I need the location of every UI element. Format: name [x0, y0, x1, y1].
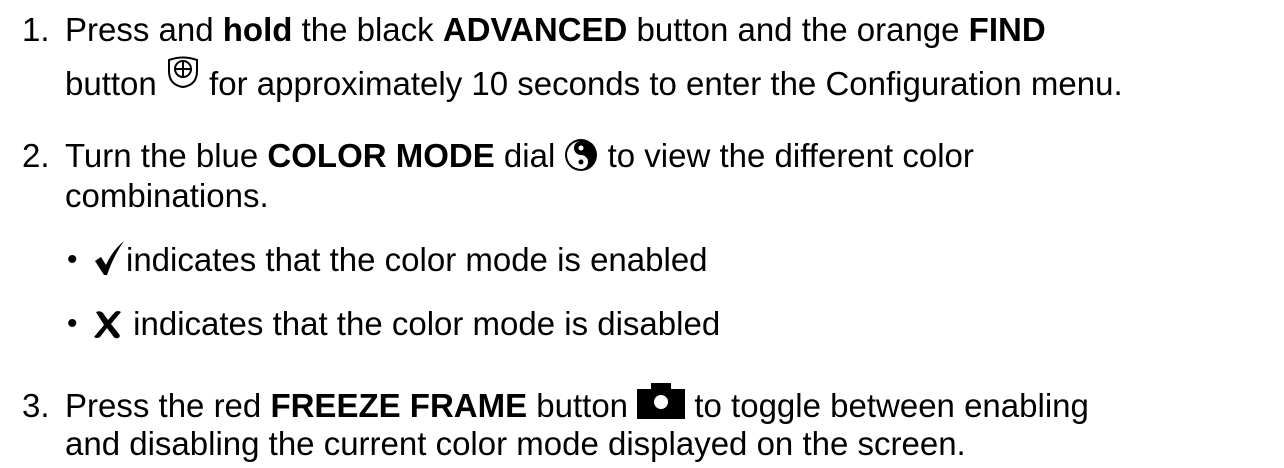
step-1-bold-advanced: ADVANCED [442, 11, 628, 48]
step-1-text: the black [292, 11, 443, 48]
document-page: { "colors": { "text": "#000000", "backgr… [0, 0, 1284, 468]
step-3-text: to toggle between enabling [685, 387, 1089, 424]
camera-icon [637, 383, 686, 420]
step-2-number: 2. [22, 137, 50, 174]
checkmark-icon [92, 239, 126, 277]
bullet-disabled: indicates that the color mode is disable… [92, 305, 720, 343]
step-3-line-2: and disabling the current color mode dis… [65, 425, 966, 462]
bullet-disabled-text: indicates that the color mode is disable… [124, 305, 721, 342]
step-3-text: Press the red [65, 387, 271, 424]
step-1-line-2: button for approximately 10 seconds to e… [65, 56, 1123, 103]
step-1-bold-hold: hold [222, 11, 293, 48]
step-3-number: 3. [22, 387, 50, 424]
step-2-bold-color-mode: COLOR MODE [267, 137, 495, 174]
color-mode-dial-icon [564, 138, 598, 172]
find-button-icon [166, 55, 200, 89]
step-1-number: 1. [22, 11, 50, 48]
step-2-line-1: Turn the blue COLOR MODE dial to view th… [65, 137, 974, 175]
step-2-text: to view the different color [598, 137, 974, 174]
bullet-enabled: indicates that the color mode is enabled [92, 241, 708, 281]
step-3-line-1: Press the red FREEZE FRAME button to tog… [65, 383, 1089, 426]
step-2-line-2: combinations. [65, 177, 269, 214]
step-1-text: button and the orange [627, 11, 969, 48]
step-2-text: Turn the blue [65, 137, 268, 174]
step-1-line-1: Press and hold the black ADVANCED button… [65, 11, 1046, 49]
step-1-bold-find: FIND [968, 11, 1046, 48]
bullet-mark: • [67, 243, 78, 276]
bullet-mark: • [67, 307, 78, 340]
step-2-text: dial [494, 137, 565, 174]
step-3-text: button [527, 387, 638, 424]
step-1-text: button [65, 65, 166, 102]
step-1-text: for approximately 10 seconds to enter th… [199, 65, 1123, 102]
x-mark-icon [92, 309, 124, 339]
step-3-bold-freeze-frame: FREEZE FRAME [270, 387, 528, 424]
bullet-enabled-text: indicates that the color mode is enabled [126, 241, 708, 278]
step-1-text: Press and [65, 11, 223, 48]
